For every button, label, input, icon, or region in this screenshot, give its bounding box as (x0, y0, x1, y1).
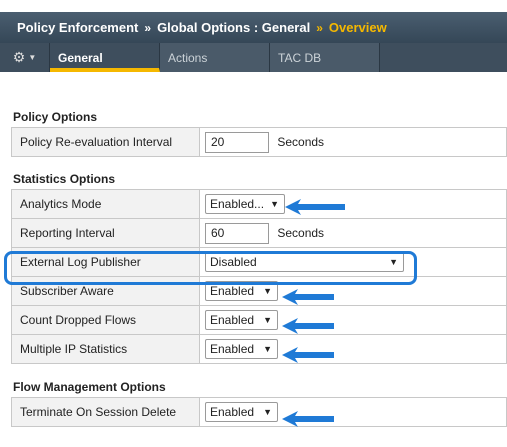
subscriber-aware-value: Enabled (210, 284, 255, 298)
table-row: Multiple IP Statistics Enabled ▼ (11, 334, 507, 364)
count-dropped-flows-label: Count Dropped Flows (11, 305, 200, 335)
tab-bar: ⚙ ▼ General Actions TAC DB (0, 43, 507, 72)
breadcrumb-current: Overview (328, 20, 387, 35)
policy-options-table: Policy Re-evaluation Interval 20 Seconds (11, 127, 507, 157)
external-log-publisher-value: Disabled (210, 255, 257, 269)
reporting-unit: Seconds (277, 226, 325, 240)
caret-down-icon: ▼ (28, 53, 37, 62)
breadcrumb-item-policy-enforcement[interactable]: Policy Enforcement (17, 20, 138, 35)
tab-general[interactable]: General (50, 43, 160, 72)
table-row: Analytics Mode Enabled... ▼ (11, 189, 507, 219)
section-title-flow-management-options: Flow Management Options (13, 380, 166, 394)
breadcrumb-item-global-options[interactable]: Global Options : General (157, 20, 310, 35)
dropdown-arrow-icon: ▼ (263, 315, 272, 325)
analytics-mode-label: Analytics Mode (11, 189, 200, 219)
analytics-mode-value: Enabled... (210, 197, 265, 211)
section-title-statistics-options: Statistics Options (13, 172, 116, 186)
subscriber-aware-select[interactable]: Enabled ▼ (205, 281, 278, 301)
table-row: Reporting Interval 60 Seconds (11, 218, 507, 248)
flow-management-options-table: Terminate On Session Delete Enabled ▼ (11, 397, 507, 427)
dropdown-arrow-icon: ▼ (263, 286, 272, 296)
analytics-mode-select[interactable]: Enabled... ▼ (205, 194, 285, 214)
tab-actions[interactable]: Actions (160, 43, 270, 72)
breadcrumb-separator: » (316, 20, 323, 35)
dropdown-arrow-icon: ▼ (263, 407, 272, 417)
dropdown-arrow-icon: ▼ (263, 344, 272, 354)
table-row: External Log Publisher Disabled ▼ (11, 247, 507, 277)
table-row: Subscriber Aware Enabled ▼ (11, 276, 507, 306)
reevaluation-interval-label: Policy Re-evaluation Interval (11, 127, 200, 157)
gear-icon: ⚙ (12, 49, 26, 65)
terminate-on-session-delete-value: Enabled (210, 405, 255, 419)
reporting-interval-label: Reporting Interval (11, 218, 200, 248)
subscriber-aware-label: Subscriber Aware (11, 276, 200, 306)
statistics-options-table: Analytics Mode Enabled... ▼ Reporting In… (11, 189, 507, 364)
table-row: Terminate On Session Delete Enabled ▼ (11, 397, 507, 427)
external-log-publisher-label: External Log Publisher (11, 247, 200, 277)
terminate-on-session-delete-label: Terminate On Session Delete (11, 397, 200, 427)
multiple-ip-statistics-value: Enabled (210, 342, 255, 356)
reporting-interval-input[interactable]: 60 (205, 222, 269, 244)
dropdown-arrow-icon: ▼ (389, 257, 398, 267)
breadcrumb: Policy Enforcement » Global Options : Ge… (0, 12, 507, 43)
multiple-ip-statistics-label: Multiple IP Statistics (11, 334, 200, 364)
table-row: Policy Re-evaluation Interval 20 Seconds (11, 127, 507, 157)
external-log-publisher-select[interactable]: Disabled ▼ (205, 252, 404, 272)
reevaluation-unit: Seconds (277, 135, 325, 149)
reevaluation-interval-input[interactable]: 20 (205, 131, 269, 153)
count-dropped-flows-value: Enabled (210, 313, 255, 327)
options-content: Policy Options Policy Re-evaluation Inte… (11, 107, 507, 427)
gear-menu-button[interactable]: ⚙ ▼ (0, 43, 50, 72)
terminate-on-session-delete-select[interactable]: Enabled ▼ (205, 402, 278, 422)
count-dropped-flows-select[interactable]: Enabled ▼ (205, 310, 278, 330)
section-title-policy-options: Policy Options (13, 110, 98, 124)
breadcrumb-separator: » (144, 20, 152, 35)
dropdown-arrow-icon: ▼ (270, 199, 279, 209)
tab-tac-db[interactable]: TAC DB (270, 43, 380, 72)
multiple-ip-statistics-select[interactable]: Enabled ▼ (205, 339, 278, 359)
table-row: Count Dropped Flows Enabled ▼ (11, 305, 507, 335)
